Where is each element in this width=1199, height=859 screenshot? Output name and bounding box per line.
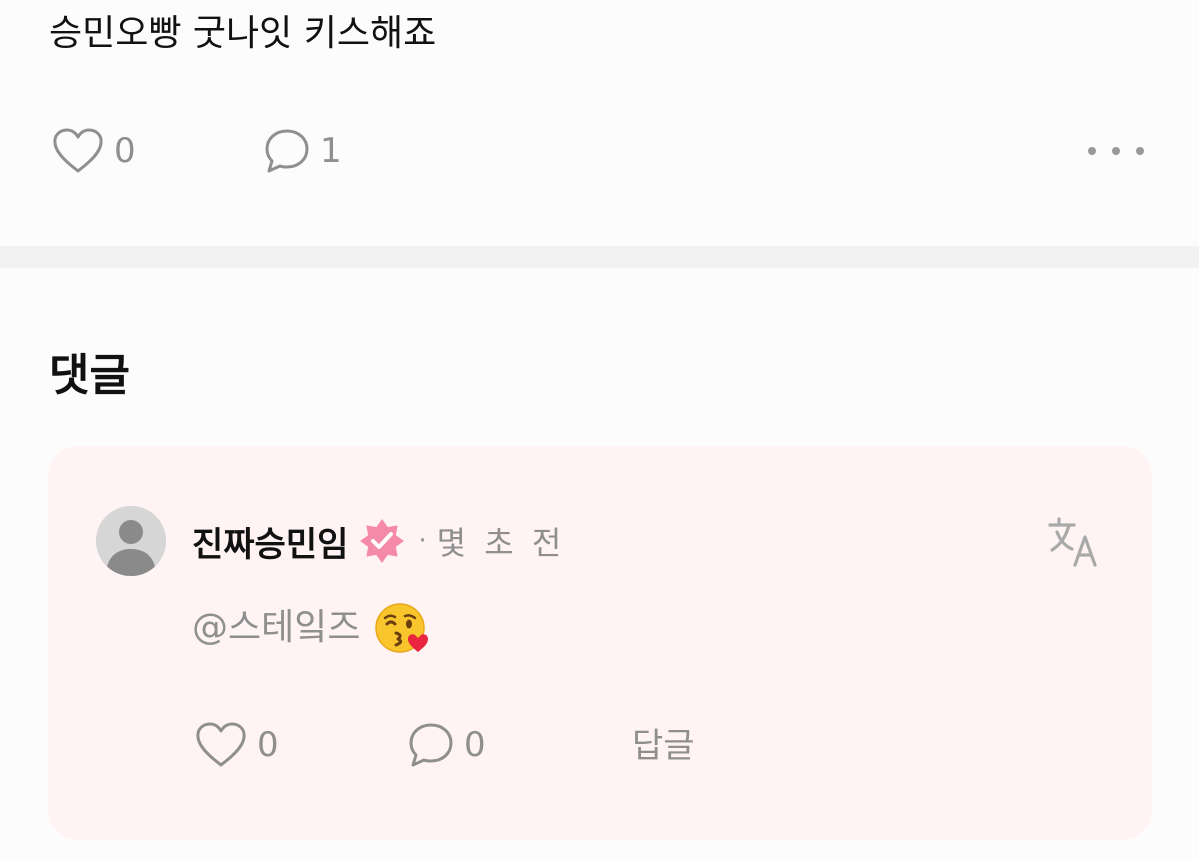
translate-button[interactable] [1048,517,1102,569]
comment-reply-count: 0 [464,725,486,765]
post-text: 승민오빵 굿나잇 키스해죠 [49,13,437,54]
comment-reply-count-button[interactable]: 0 [408,722,486,768]
more-options-button[interactable] [1088,142,1144,160]
speech-bubble-icon [409,723,453,767]
more-dot [1136,147,1144,155]
post-like-count: 0 [114,131,136,171]
comment-time: 몇 초 전 [436,524,566,562]
comments-heading: 댓글 [49,350,130,401]
verified-badge-icon [360,519,405,563]
translate-icon [1048,517,1097,567]
post-comment-button[interactable]: 1 [264,128,342,174]
kissing-face-with-heart-emoji [375,603,429,653]
post-like-button[interactable]: 0 [52,128,136,174]
heart-outline-icon [53,128,103,173]
speech-bubble-icon [265,129,309,173]
comment-author[interactable]: 진짜승민임 [192,517,348,566]
comment-text: @스테잌즈 [192,600,430,656]
comment-mention[interactable]: @스테잌즈 [192,601,360,655]
comment-meta: 진짜승민임 · 몇 초 전 [192,516,565,566]
reply-button[interactable]: 답글 [632,722,695,770]
post-comment-count: 1 [320,131,342,171]
comment-like-count: 0 [257,725,279,765]
default-avatar-icon [96,506,166,576]
section-divider [0,246,1199,268]
heart-outline-icon [196,722,246,767]
comment-like-button[interactable]: 0 [195,722,279,768]
meta-separator: · [418,526,427,556]
more-dot [1088,147,1096,155]
avatar[interactable] [96,506,166,576]
more-dot [1112,147,1120,155]
